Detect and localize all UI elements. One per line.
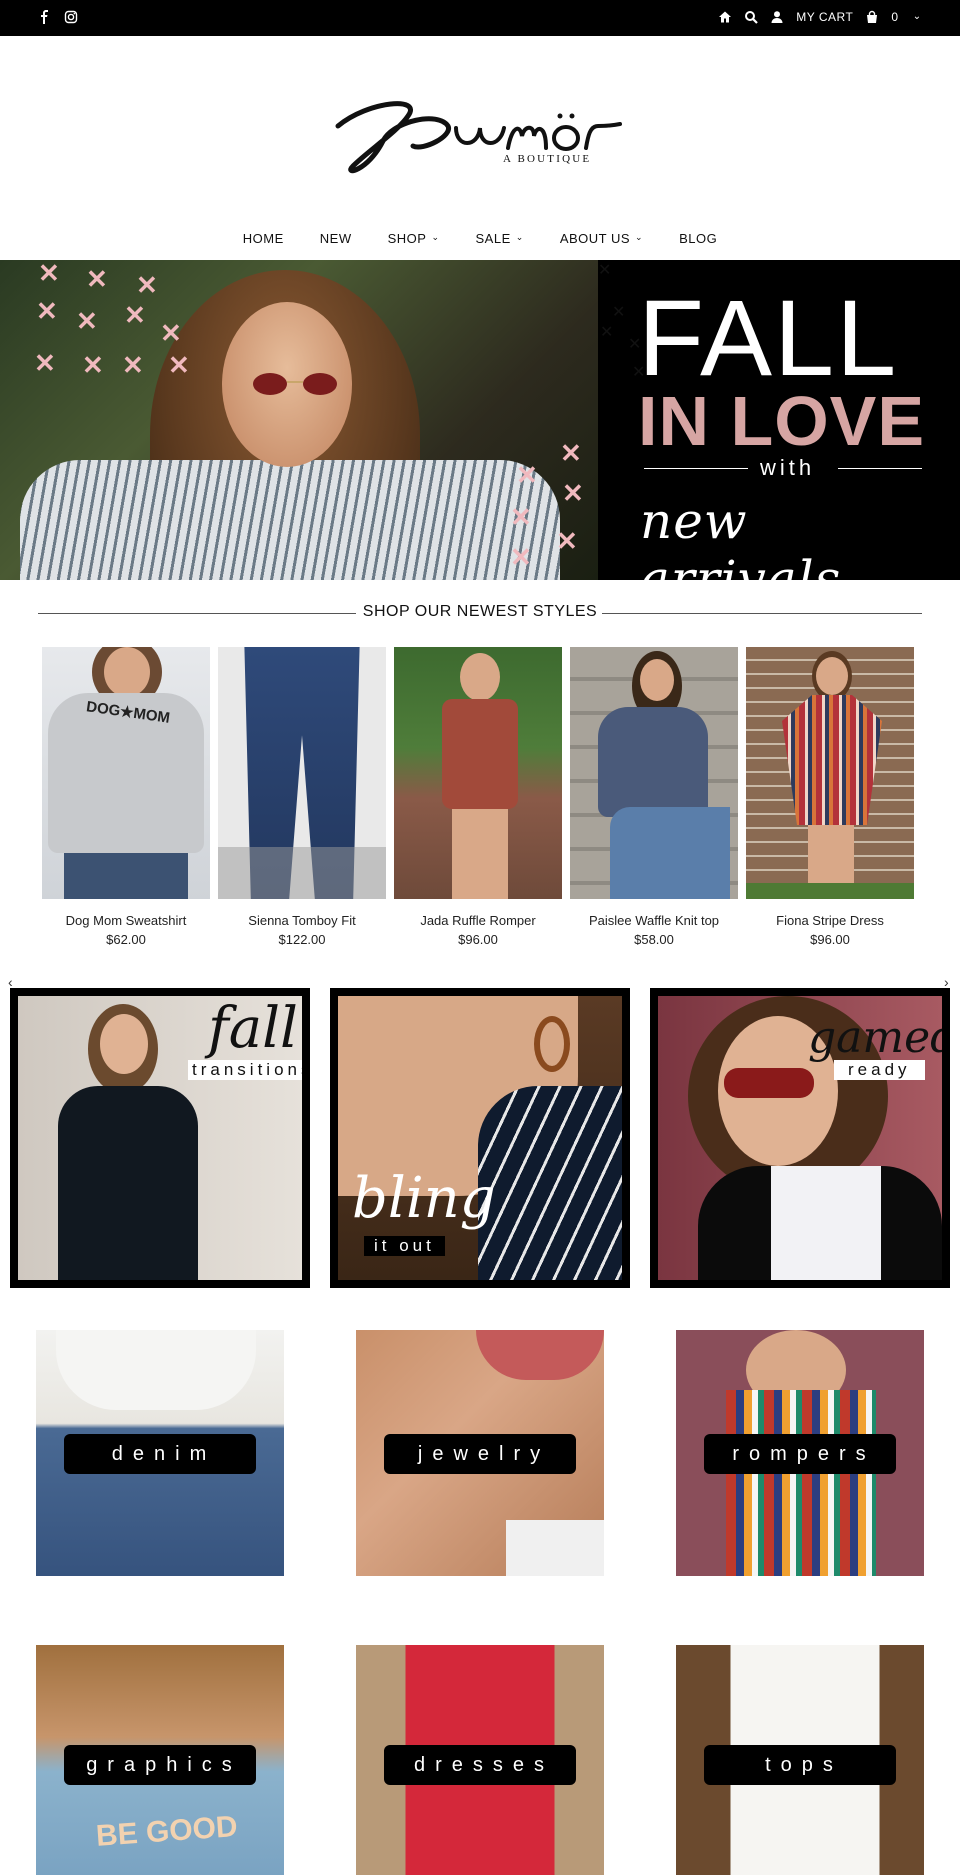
nav-item-home[interactable]: HOME <box>243 231 284 246</box>
nav-label: ABOUT US <box>559 231 631 246</box>
home-icon[interactable] <box>718 10 732 24</box>
product-print-text: BE GOOD <box>94 1810 239 1853</box>
product-price: $62.00 <box>106 932 146 947</box>
product-price: $58.00 <box>634 932 674 947</box>
product-price: $96.00 <box>810 932 850 947</box>
category-tile-graphics[interactable]: BE GOOD graphics <box>36 1645 284 1875</box>
category-label: graphics <box>64 1745 256 1785</box>
instagram-icon[interactable] <box>64 10 78 24</box>
product-card[interactable]: DOG★MOM Dog Mom Sweatshirt $62.00 <box>42 647 210 947</box>
nav-label: SALE <box>475 231 511 246</box>
category-tile-jewelry[interactable]: jewelry <box>356 1330 604 1576</box>
divider <box>644 468 748 469</box>
feature-tag-text: transitions <box>188 1060 302 1080</box>
feature-tag-text: ready <box>834 1060 925 1080</box>
nav-item-sale[interactable]: SALE ⌄ <box>476 231 524 246</box>
feature-tile-bling-it-out[interactable]: bling it out <box>330 988 630 1288</box>
hero-script-text: new arrivals <box>640 492 842 580</box>
category-label: tops <box>704 1745 896 1785</box>
product-image[interactable] <box>570 647 738 899</box>
chevron-down-icon: ⌄ <box>635 232 644 242</box>
nav-label: SHOP <box>387 231 427 246</box>
product-name[interactable]: Dog Mom Sweatshirt <box>42 913 210 928</box>
product-card[interactable]: Jada Ruffle Romper $96.00 <box>394 647 562 947</box>
category-tile-denim[interactable]: denim <box>36 1330 284 1576</box>
product-image[interactable] <box>746 647 914 899</box>
main-nav: HOME NEW SHOP ⌄ SALE ⌄ ABOUT US ⌄ BLOG <box>0 231 960 246</box>
facebook-icon[interactable] <box>38 10 52 24</box>
nav-item-about-us[interactable]: ABOUT US ⌄ <box>560 231 643 246</box>
social-links <box>38 10 78 24</box>
product-image[interactable] <box>394 647 562 899</box>
shopping-bag-icon[interactable] <box>865 10 879 24</box>
nav-label: NEW <box>319 231 352 246</box>
chevron-down-icon[interactable]: ⌄ <box>910 10 924 24</box>
category-tile-dresses[interactable]: dresses <box>356 1645 604 1875</box>
header-utilities: MY CART 0 ⌄ <box>718 10 924 24</box>
search-icon[interactable] <box>744 10 759 24</box>
product-name[interactable]: Jada Ruffle Romper <box>394 913 562 928</box>
chevron-down-icon: ⌄ <box>431 232 440 242</box>
nav-item-shop[interactable]: SHOP ⌄ <box>388 231 440 246</box>
feature-script-text: fall <box>208 996 298 1061</box>
nav-label: BLOG <box>679 231 718 246</box>
hero-with: with <box>760 455 816 480</box>
section-title: SHOP OUR NEWEST STYLES <box>362 603 598 620</box>
category-tile-tops[interactable]: tops <box>676 1645 924 1875</box>
decorative-x-pattern: ✕ ✕ ✕ ✕ ✕ ✕ ✕ ✕ ✕ ✕ ✕ <box>34 260 190 380</box>
decorative-x-pattern: ✕ ✕ ✕ ✕ ✕ <box>598 262 646 381</box>
product-name[interactable]: Fiona Stripe Dress <box>746 913 914 928</box>
chevron-down-icon: ⌄ <box>515 232 524 242</box>
category-label: jewelry <box>384 1434 576 1474</box>
nav-item-blog[interactable]: BLOG <box>679 231 717 246</box>
logo-subtitle: A BOUTIQUE <box>503 153 592 165</box>
feature-script-text: gameday <box>808 1012 942 1063</box>
hero-headline: FALL <box>638 277 899 398</box>
hero-banner[interactable]: ✕ ✕ ✕ ✕ ✕ ✕ ✕ ✕ ✕ ✕ ✕ ✕ ✕ ✕ ✕ ✕ ✕ ✕ ✕ ✕ … <box>0 260 960 580</box>
category-label: denim <box>64 1434 256 1474</box>
product-image[interactable] <box>218 647 386 899</box>
product-carousel: DOG★MOM Dog Mom Sweatshirt $62.00 Sienna… <box>42 647 920 947</box>
product-card[interactable]: Paislee Waffle Knit top $58.00 <box>570 647 738 947</box>
top-bar: MY CART 0 ⌄ <box>0 0 960 36</box>
divider <box>602 613 922 614</box>
product-price: $122.00 <box>278 932 326 947</box>
section-heading: SHOP OUR NEWEST STYLES <box>38 603 922 623</box>
product-card[interactable]: Fiona Stripe Dress $96.00 <box>746 647 914 947</box>
nav-label: HOME <box>242 231 284 246</box>
category-label: dresses <box>384 1745 576 1785</box>
feature-script-text: bling <box>352 1166 496 1231</box>
product-image[interactable]: DOG★MOM <box>42 647 210 899</box>
hero-photo: ✕ ✕ ✕ ✕ ✕ ✕ ✕ ✕ ✕ ✕ ✕ ✕ ✕ ✕ ✕ ✕ ✕ <box>0 260 598 580</box>
feature-tag-text: it out <box>364 1236 445 1256</box>
category-tile-rompers[interactable]: rompers <box>676 1330 924 1576</box>
account-icon[interactable] <box>770 10 784 24</box>
hero-subheadline: IN LOVE <box>638 382 926 460</box>
cart-link[interactable]: MY CART <box>796 10 853 24</box>
category-label: rompers <box>704 1434 896 1474</box>
divider <box>838 468 922 469</box>
product-card[interactable]: Sienna Tomboy Fit $122.00 <box>218 647 386 947</box>
product-price: $96.00 <box>458 932 498 947</box>
cart-count[interactable]: 0 <box>891 10 898 24</box>
brand-logo[interactable]: A BOUTIQUE <box>320 92 640 182</box>
feature-tile-fall-transitions[interactable]: fall transitions <box>10 988 310 1288</box>
hero-model-shirt <box>20 460 560 580</box>
sunglasses-icon <box>253 373 337 395</box>
product-name[interactable]: Paislee Waffle Knit top <box>570 913 738 928</box>
product-name[interactable]: Sienna Tomboy Fit <box>218 913 386 928</box>
feature-tile-gameday-ready[interactable]: gameday ready <box>650 988 950 1288</box>
nav-item-new[interactable]: NEW <box>320 231 352 246</box>
